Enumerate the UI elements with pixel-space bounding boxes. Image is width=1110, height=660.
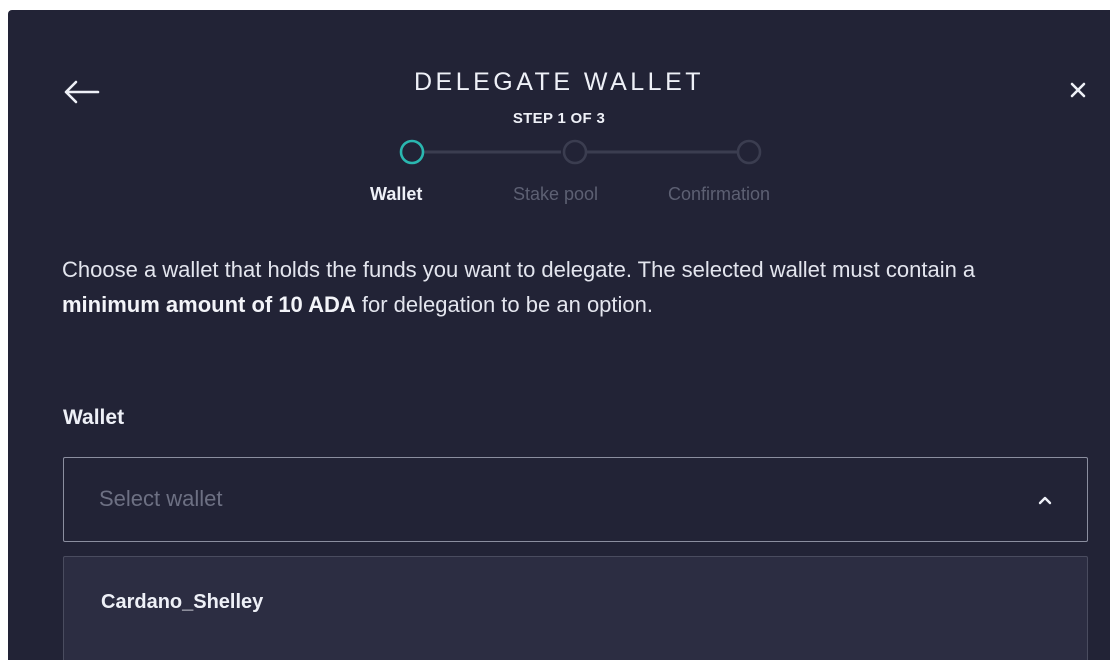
description-outro: for delegation to be an option. bbox=[355, 292, 653, 317]
step-indicator: STEP 1 OF 3 bbox=[512, 110, 606, 127]
description-minimum-amount: minimum amount of 10 ADA bbox=[62, 292, 356, 317]
wallet-option-cardano-shelley[interactable]: Cardano_Shelley bbox=[64, 557, 1087, 647]
wallet-field-label: Wallet bbox=[63, 406, 125, 429]
step-dot-wallet bbox=[399, 139, 425, 165]
description-intro: Choose a wallet that holds the funds you… bbox=[62, 257, 976, 282]
delegate-wallet-dialog: DELEGATE WALLET STEP 1 OF 3 Wallet Stake… bbox=[8, 10, 1110, 660]
close-icon bbox=[1070, 82, 1086, 98]
step-dot-stake-pool bbox=[562, 139, 588, 165]
dialog-title: DELEGATE WALLET bbox=[413, 68, 705, 96]
description-text: Choose a wallet that holds the funds you… bbox=[62, 252, 1072, 322]
wallet-option-label: Cardano_Shelley bbox=[101, 591, 264, 613]
step-label-confirmation: Confirmation bbox=[668, 184, 771, 204]
wallet-select[interactable]: Select wallet bbox=[63, 457, 1088, 542]
wallet-dropdown-menu: Cardano_Shelley bbox=[63, 556, 1088, 660]
chevron-up-icon bbox=[1038, 496, 1052, 505]
step-dot-confirmation bbox=[736, 139, 762, 165]
progress-stepper bbox=[393, 138, 763, 168]
close-button[interactable] bbox=[1060, 68, 1096, 112]
step-label-stake-pool: Stake pool bbox=[513, 184, 599, 204]
step-label-wallet: Wallet bbox=[370, 184, 423, 204]
wallet-select-placeholder: Select wallet bbox=[99, 486, 223, 511]
